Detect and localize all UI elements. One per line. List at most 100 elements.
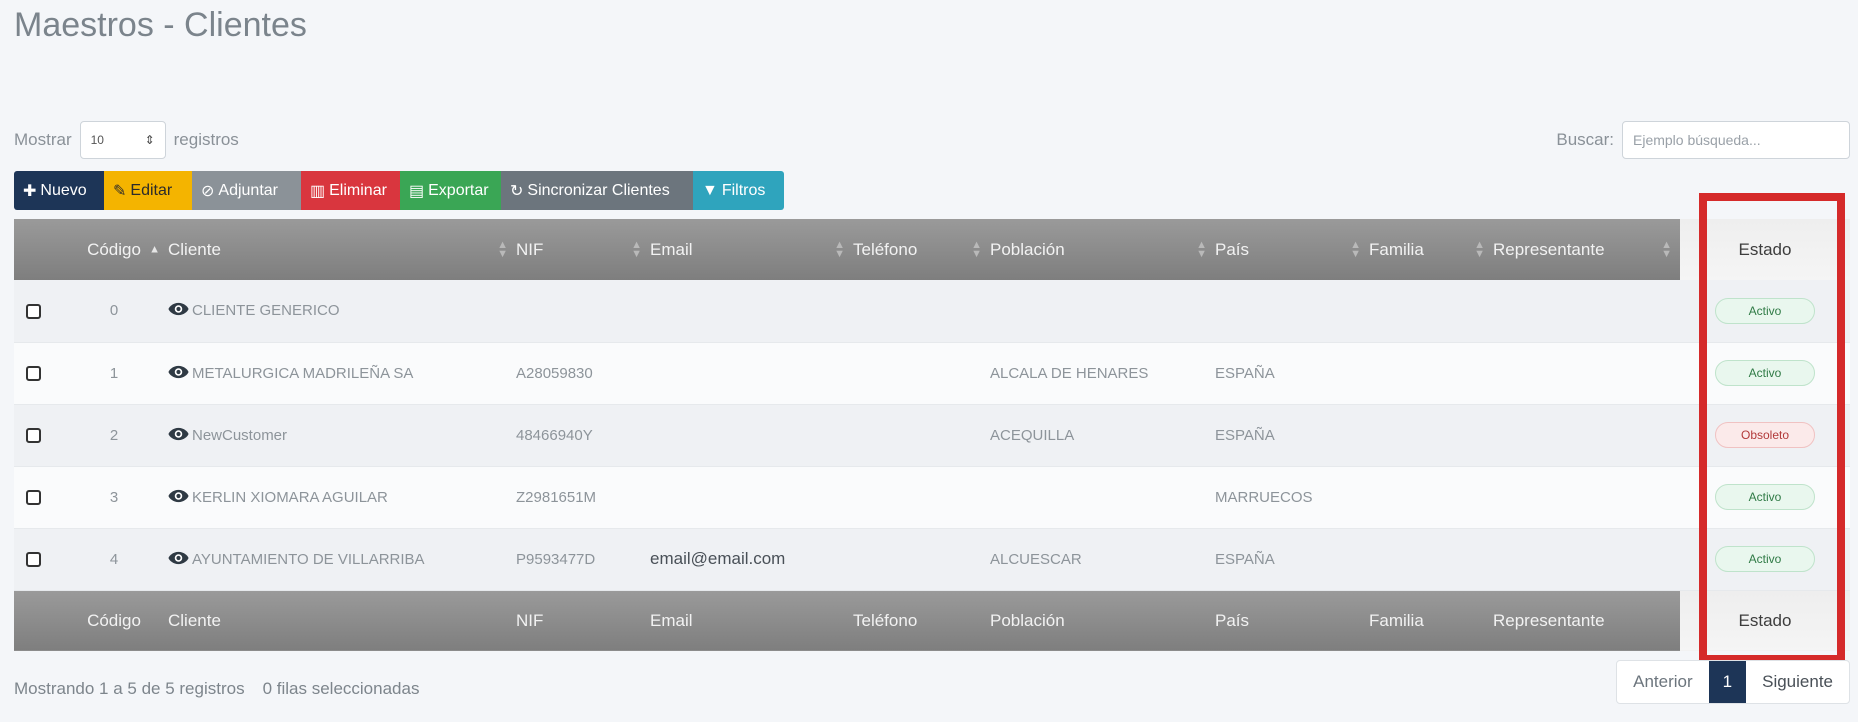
cell-representante xyxy=(1493,404,1680,467)
cell-email xyxy=(650,404,853,467)
row-checkbox[interactable] xyxy=(26,303,41,319)
sync-clients-button[interactable]: ↻ Sincronizar Clientes xyxy=(501,171,693,210)
row-checkbox[interactable] xyxy=(26,490,41,506)
sync-clients-button-label: Sincronizar Clientes xyxy=(527,181,670,199)
page-length-select[interactable]: 10 ⇕ xyxy=(79,121,166,159)
pencil-icon: ✎ xyxy=(113,182,127,200)
status-badge: Activo xyxy=(1715,484,1815,510)
column-header-familia[interactable]: Familia ▲ ▼ xyxy=(1369,219,1493,280)
cell-email xyxy=(650,342,853,405)
cell-nif xyxy=(516,280,650,343)
delete-button[interactable]: ▥ Eliminar xyxy=(301,171,400,210)
column-header-pais[interactable]: País ▲ ▼ xyxy=(1215,219,1369,280)
footer-representante: Representante xyxy=(1493,590,1680,651)
column-header-email[interactable]: Email ▲ ▼ xyxy=(650,219,853,280)
cell-nif: 48466940Y xyxy=(516,404,650,467)
row-checkbox[interactable] xyxy=(26,366,41,382)
column-header-cliente[interactable]: Cliente ▲ ▼ xyxy=(168,219,516,280)
cell-email xyxy=(650,466,853,529)
footer-cliente: Cliente xyxy=(168,590,516,651)
row-select-cell[interactable] xyxy=(14,280,60,343)
paperclip-icon: ⊘ xyxy=(201,182,215,200)
footer-poblacion: Población xyxy=(990,590,1215,651)
page-length-control: Mostrar 10 ⇕ registros xyxy=(14,121,239,159)
cell-estado: Activo xyxy=(1680,466,1850,529)
cell-email xyxy=(650,280,853,343)
next-page-button[interactable]: Siguiente xyxy=(1746,661,1849,703)
column-header-nif[interactable]: NIF ▲ ▼ xyxy=(516,219,650,280)
cell-pais: ESPAÑA xyxy=(1215,528,1369,591)
page-length-value: 10 xyxy=(90,133,104,147)
cell-poblacion xyxy=(990,280,1215,343)
sort-icon: ▲ ▼ xyxy=(631,238,642,260)
prev-page-button[interactable]: Anterior xyxy=(1617,661,1709,703)
cell-poblacion: ALCUESCAR xyxy=(990,528,1215,591)
page-button-current[interactable]: 1 xyxy=(1708,661,1747,703)
cell-pais: ESPAÑA xyxy=(1215,404,1369,467)
row-checkbox[interactable] xyxy=(26,552,41,568)
row-select-cell[interactable] xyxy=(14,528,60,591)
cell-familia xyxy=(1369,342,1493,405)
table-row[interactable]: 3 KERLIN XIOMARA AGUILAR Z2981651M MARRUECO… xyxy=(14,466,1850,529)
table-row[interactable]: 1 METALURGICA MADRILEÑA SA A28059830 ALCALA… xyxy=(14,342,1850,405)
sort-icon: ▲ ▼ xyxy=(1196,238,1207,260)
attach-button[interactable]: ⊘ Adjuntar xyxy=(192,171,301,210)
sort-icon: ▲ ▼ xyxy=(1474,238,1485,260)
clients-table: Código ▲ Cliente ▲ ▼ NIF ▲ ▼ Email ▲ ▼ Teléfono… xyxy=(14,219,1850,651)
length-label-after: registros xyxy=(173,130,239,149)
selected-rows-count: 0 filas seleccionadas xyxy=(262,679,420,698)
toolbar: ✚ Nuevo ✎ Editar ⊘ Adjuntar ▥ Eliminar ▤… xyxy=(14,171,784,210)
footer-familia: Familia xyxy=(1369,590,1493,651)
cell-estado: Obsoleto xyxy=(1680,404,1850,467)
footer-pais: País xyxy=(1215,590,1369,651)
table-row[interactable]: 4 AYUNTAMIENTO DE VILLARRIBA P9593477D emai… xyxy=(14,528,1850,591)
refresh-icon: ↻ xyxy=(510,182,524,200)
column-header-poblacion[interactable]: Población ▲ ▼ xyxy=(990,219,1215,280)
eye-icon[interactable] xyxy=(168,427,189,441)
cell-cliente: AYUNTAMIENTO DE VILLARRIBA xyxy=(168,528,516,591)
cell-pais: ESPAÑA xyxy=(1215,342,1369,405)
search-input[interactable] xyxy=(1622,121,1850,159)
cell-telefono xyxy=(853,528,990,591)
row-checkbox[interactable] xyxy=(26,428,41,444)
column-header-codigo[interactable]: Código ▲ xyxy=(60,219,168,280)
cell-codigo: 0 xyxy=(60,280,168,343)
eye-icon[interactable] xyxy=(168,551,189,565)
row-select-cell[interactable] xyxy=(14,342,60,405)
search-control: Buscar: xyxy=(1556,121,1850,159)
cell-estado: Activo xyxy=(1680,528,1850,591)
sort-icon: ▲ ▼ xyxy=(1661,238,1672,260)
status-badge: Activo xyxy=(1715,546,1815,572)
cell-representante xyxy=(1493,466,1680,529)
cell-estado: Activo xyxy=(1680,280,1850,343)
eye-icon[interactable] xyxy=(168,489,189,503)
sort-icon: ▲ ▼ xyxy=(497,238,508,260)
table-row[interactable]: 2 NewCustomer 48466940Y ACEQUILLA ESPAÑA Obso… xyxy=(14,404,1850,467)
row-select-cell[interactable] xyxy=(14,404,60,467)
eye-icon[interactable] xyxy=(168,365,189,379)
filters-button[interactable]: ▼ Filtros xyxy=(693,171,784,210)
cell-nif: P9593477D xyxy=(516,528,650,591)
cell-familia xyxy=(1369,466,1493,529)
row-select-cell[interactable] xyxy=(14,466,60,529)
table-row[interactable]: 0 CLIENTE GENERICO Activo xyxy=(14,280,1850,343)
export-button[interactable]: ▤ Exportar xyxy=(400,171,501,210)
footer-codigo: Código xyxy=(60,590,168,651)
eye-icon[interactable] xyxy=(168,302,189,316)
column-header-telefono[interactable]: Teléfono ▲ ▼ xyxy=(853,219,990,280)
cell-nif: A28059830 xyxy=(516,342,650,405)
trash-icon: ▥ xyxy=(310,182,326,200)
column-header-estado[interactable]: Estado xyxy=(1680,219,1850,280)
cell-representante xyxy=(1493,528,1680,591)
footer-telefono: Teléfono xyxy=(853,590,990,651)
cell-nif: Z2981651M xyxy=(516,466,650,529)
records-summary: Mostrando 1 a 5 de 5 registros xyxy=(14,679,245,698)
column-header-representante[interactable]: Representante ▲ ▼ xyxy=(1493,219,1680,280)
cell-cliente: KERLIN XIOMARA AGUILAR xyxy=(168,466,516,529)
footer-nif: NIF xyxy=(516,590,650,651)
filters-button-label: Filtros xyxy=(721,181,766,199)
edit-button[interactable]: ✎ Editar xyxy=(104,171,192,210)
pagination: Anterior 1 Siguiente xyxy=(1616,660,1850,704)
new-button[interactable]: ✚ Nuevo xyxy=(14,171,104,210)
status-badge: Activo xyxy=(1715,360,1815,386)
